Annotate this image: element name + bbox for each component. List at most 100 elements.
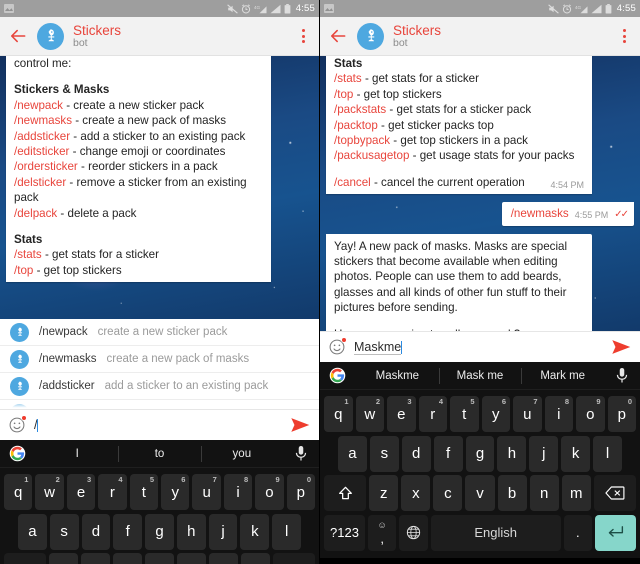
key-r[interactable]: r4 [98, 474, 127, 511]
space-key[interactable]: English [430, 514, 561, 551]
key-x[interactable]: x [81, 553, 111, 564]
period-key[interactable]: . [563, 514, 592, 551]
command-link[interactable]: /delpack [14, 207, 57, 220]
command-link[interactable]: /ordersticker [14, 160, 78, 173]
key-y[interactable]: y6 [481, 396, 510, 433]
enter-key[interactable] [594, 514, 636, 551]
list-item[interactable] [0, 400, 319, 409]
key-p[interactable]: p0 [286, 474, 316, 511]
key-u[interactable]: u7 [192, 474, 221, 511]
command-link[interactable]: /cancel [334, 176, 371, 189]
key-z[interactable]: z [369, 475, 399, 512]
key-w[interactable]: w2 [35, 474, 64, 511]
key-e[interactable]: e3 [387, 396, 416, 433]
key-z[interactable]: z [49, 553, 79, 564]
back-arrow-icon[interactable] [8, 26, 28, 46]
command-link[interactable]: /newpack [14, 99, 63, 112]
key-g[interactable]: g [465, 435, 495, 472]
command-link[interactable]: /editsticker [14, 145, 69, 158]
backspace-key[interactable] [272, 553, 315, 564]
more-options-icon[interactable] [295, 25, 311, 47]
avatar[interactable] [357, 22, 384, 50]
mic-icon[interactable] [294, 445, 308, 462]
keyboard-suggestion[interactable]: Mark me [521, 362, 604, 390]
key-f[interactable]: f [433, 435, 463, 472]
key-n[interactable]: n [208, 553, 238, 564]
key-w[interactable]: w2 [355, 396, 384, 433]
key-d[interactable]: d [401, 435, 431, 472]
keyboard-suggestion[interactable]: Mask me [438, 362, 522, 390]
key-a[interactable]: a [338, 435, 367, 472]
avatar[interactable] [37, 22, 64, 50]
search-input[interactable]: / [34, 418, 282, 432]
keyboard-suggestion[interactable]: Maskme [356, 362, 439, 390]
search-input[interactable]: Maskme [354, 340, 603, 355]
key-i[interactable]: i8 [544, 396, 573, 433]
key-d[interactable]: d [81, 513, 111, 550]
command-link[interactable]: /newmasks [14, 114, 72, 127]
key-r[interactable]: r4 [418, 396, 447, 433]
backspace-key[interactable] [593, 475, 637, 512]
key-e[interactable]: e3 [66, 474, 96, 511]
key-q[interactable]: q1 [3, 474, 33, 511]
command-link[interactable]: /topbypack [334, 134, 390, 147]
key-b[interactable]: b [176, 553, 206, 564]
key-h[interactable]: h [497, 435, 527, 472]
comma-key[interactable]: ☺ , [368, 514, 397, 551]
list-item[interactable]: /newmasks create a new pack of masks [0, 346, 319, 373]
command-link[interactable]: /stats [334, 72, 362, 85]
command-link[interactable]: /packstats [334, 103, 386, 116]
command-link[interactable]: /packtop [334, 119, 378, 132]
send-button[interactable] [611, 338, 632, 356]
key-y[interactable]: y6 [161, 474, 190, 511]
google-logo-icon[interactable] [9, 445, 26, 462]
list-item[interactable]: /addsticker add a sticker to an existing… [0, 373, 319, 400]
back-arrow-icon[interactable] [328, 26, 348, 46]
key-j[interactable]: j [529, 435, 559, 472]
key-f[interactable]: f [113, 513, 143, 550]
key-x[interactable]: x [401, 475, 431, 512]
command-link[interactable]: /top [14, 264, 33, 277]
send-button[interactable] [290, 416, 311, 434]
mic-icon[interactable] [615, 367, 629, 384]
keyboard-suggestion[interactable]: to [118, 440, 200, 468]
key-o[interactable]: o9 [255, 474, 284, 511]
key-p[interactable]: p0 [607, 396, 636, 433]
command-link[interactable]: /top [334, 88, 353, 101]
key-k[interactable]: k [561, 435, 591, 472]
google-logo-icon[interactable] [329, 367, 346, 384]
key-s[interactable]: s [49, 513, 79, 550]
key-c[interactable]: c [433, 475, 463, 512]
key-l[interactable]: l [593, 435, 623, 472]
keyboard-suggestion[interactable]: you [200, 440, 283, 468]
key-a[interactable]: a [17, 513, 47, 550]
command-link[interactable]: /delsticker [14, 176, 66, 189]
key-b[interactable]: b [497, 475, 527, 512]
key-n[interactable]: n [529, 475, 559, 512]
shift-key[interactable] [4, 553, 47, 564]
key-l[interactable]: l [272, 513, 302, 550]
symbols-key[interactable]: ?123 [324, 514, 366, 551]
command-link[interactable]: /stats [14, 248, 42, 261]
more-options-icon[interactable] [616, 25, 632, 47]
key-c[interactable]: c [113, 553, 142, 564]
key-k[interactable]: k [240, 513, 270, 550]
keyboard-suggestion[interactable]: I [36, 440, 118, 468]
emoji-button[interactable] [328, 337, 347, 356]
language-key[interactable] [399, 514, 428, 551]
command-link[interactable]: /addsticker [14, 130, 70, 143]
key-j[interactable]: j [208, 513, 238, 550]
key-s[interactable]: s [369, 435, 399, 472]
emoji-button[interactable] [8, 415, 27, 434]
key-v[interactable]: v [465, 475, 495, 512]
key-o[interactable]: o9 [576, 396, 605, 433]
key-t[interactable]: t5 [129, 474, 158, 511]
key-h[interactable]: h [176, 513, 206, 550]
key-i[interactable]: i8 [223, 474, 253, 511]
key-m[interactable]: m [561, 475, 591, 512]
list-item[interactable]: /newpack create a new sticker pack [0, 319, 319, 346]
command-link[interactable]: /packusagetop [334, 149, 409, 162]
key-m[interactable]: m [240, 553, 270, 564]
key-q[interactable]: q1 [324, 396, 353, 433]
key-g[interactable]: g [145, 513, 174, 550]
